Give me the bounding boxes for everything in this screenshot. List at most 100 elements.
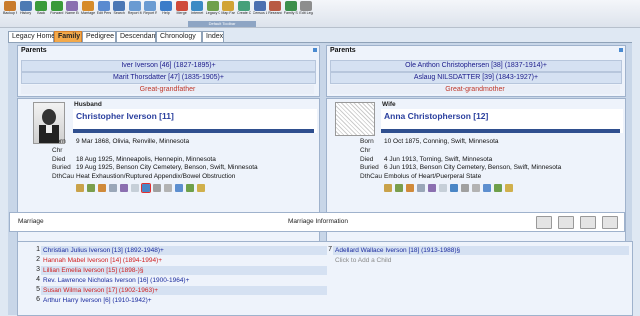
child-row[interactable]: 3 Lillian Emelia Iverson [15] (1898-)§ xyxy=(36,266,327,275)
toolbar-button[interactable]: Backup Family xyxy=(3,1,17,15)
child-name[interactable]: Lillian Emelia Iverson [15] (1898-)§ xyxy=(43,266,143,275)
wife-buried[interactable]: 6 Jun 1913, Benson City Cemetery, Benson… xyxy=(384,164,561,171)
person-tool-icon[interactable] xyxy=(197,184,205,192)
wife-mother-row[interactable]: Aslaug NILSDATTER [39] (1843-1927)+ xyxy=(330,72,622,84)
marriage-media-icon[interactable] xyxy=(580,216,597,229)
person-tool-icon[interactable] xyxy=(98,184,106,192)
toolbar-icon xyxy=(4,1,16,11)
toolbar-button-label: Merge xyxy=(176,11,187,15)
toolbar-button[interactable]: Search xyxy=(112,1,126,15)
toolbar-button[interactable]: Merge xyxy=(175,1,189,15)
add-parents-icon[interactable] xyxy=(619,48,623,52)
toolbar-button[interactable]: Map Family xyxy=(221,1,235,15)
child-row[interactable]: 5 Susan Wilma Iverson [17] (1902-1963)+ xyxy=(36,286,327,295)
husband-buried[interactable]: 19 Aug 1925, Benson City Cemetery, Benso… xyxy=(76,164,258,171)
person-tool-icon[interactable] xyxy=(153,184,161,192)
child-name[interactable]: Adellard Wallace Iverson [18] (1913-1988… xyxy=(335,246,460,255)
marriage-buttons xyxy=(536,216,618,231)
toolbar-button[interactable]: Edit Person xyxy=(97,1,111,15)
person-tool-icon[interactable] xyxy=(406,184,414,192)
child-number: 2 xyxy=(36,256,40,263)
child-row[interactable]: 2 Hannah Mabel Iverson [14] (1894-1994)+ xyxy=(36,256,327,265)
person-tool-icon[interactable] xyxy=(131,184,139,192)
child-row[interactable]: Click to Add a Child xyxy=(333,256,629,265)
marriage-info-title: Marriage Information xyxy=(288,218,348,225)
person-tool-icon[interactable] xyxy=(87,184,95,192)
person-tool-icon[interactable] xyxy=(483,184,491,192)
child-name[interactable]: Rev. Lawrence Nicholas Iverson [16] (190… xyxy=(43,276,189,285)
husband-name-underline xyxy=(73,129,314,133)
marriage-bar[interactable]: Marriage Marriage Information xyxy=(9,212,625,232)
add-parents-icon[interactable] xyxy=(313,48,317,52)
wife-died[interactable]: 4 Jun 1913, Torning, Swift, Minnesota xyxy=(384,156,492,163)
toolbar-button[interactable]: Help xyxy=(159,1,173,15)
buried-label: Buried xyxy=(52,164,71,171)
toolbar-button[interactable]: Internet xyxy=(190,1,204,15)
person-tool-icon[interactable] xyxy=(450,184,458,192)
person-tool-icon[interactable] xyxy=(141,183,151,193)
tab-family[interactable]: Family xyxy=(54,31,82,42)
person-tool-icon[interactable] xyxy=(109,184,117,192)
person-tool-icon[interactable] xyxy=(461,184,469,192)
husband-died[interactable]: 18 Aug 1925, Minneapolis, Hennepin, Minn… xyxy=(76,156,216,163)
person-tool-icon[interactable] xyxy=(494,184,502,192)
child-name[interactable]: Hannah Mabel Iverson [14] (1894-1994)+ xyxy=(43,256,162,265)
toolbar-button[interactable]: Name Edit xyxy=(65,1,79,15)
toolbar-button[interactable]: Census List xyxy=(253,1,267,15)
tab-descendant[interactable]: Descendant xyxy=(116,31,157,42)
toolbar-icon xyxy=(97,1,110,11)
wife-born[interactable]: 10 Oct 1875, Conning, Swift, Minnesota xyxy=(384,138,499,145)
person-tool-icon[interactable] xyxy=(428,184,436,192)
toolbar-button[interactable]: Marriage Edit xyxy=(81,1,95,15)
person-tool-icon[interactable] xyxy=(175,184,183,192)
child-name[interactable]: Susan Wilma Iverson [17] (1902-1963)+ xyxy=(43,286,158,295)
person-tool-icon[interactable] xyxy=(164,184,172,192)
person-tool-icon[interactable] xyxy=(384,184,392,192)
tab-legacy-home[interactable]: Legacy Home xyxy=(8,31,55,42)
husband-mother-row[interactable]: Marit Thorsdatter [47] (1835-1905)+ xyxy=(21,72,316,84)
child-number: 7 xyxy=(328,246,332,253)
toolbar-button[interactable]: Back xyxy=(34,1,48,15)
person-tool-icon[interactable] xyxy=(186,184,194,192)
child-row[interactable]: 6 Arthur Harry Iverson [6] (1910-1942)+ xyxy=(36,296,327,305)
husband-father-row[interactable]: Iver Iverson [46] (1827-1895)+ xyxy=(21,60,316,72)
toolbar-button-label: Backup Family xyxy=(3,11,17,15)
toolbar-button[interactable]: Family Search xyxy=(284,1,298,15)
person-tool-icon[interactable] xyxy=(76,184,84,192)
child-name[interactable]: Christian Julius Iverson [13] (1892-1948… xyxy=(43,246,164,255)
toolbar-button-label: Edit Person xyxy=(96,11,111,15)
husband-dthcau[interactable]: Heat Exhaustion/Ruptured Appendix/Bowel … xyxy=(76,173,235,180)
toolbar-button[interactable]: History xyxy=(19,1,33,15)
tab-pedigree[interactable]: Pedigree xyxy=(82,31,116,42)
died-label: Died xyxy=(360,156,374,163)
person-tool-icon[interactable] xyxy=(505,184,513,192)
tab-chronology[interactable]: Chronology xyxy=(156,31,202,42)
toolbar-icon xyxy=(19,1,32,11)
wife-father-row[interactable]: Ole Anthon Christophersen [38] (1837-191… xyxy=(330,60,622,72)
toolbar-button[interactable]: Create CG xyxy=(237,1,251,15)
marriage-events-icon[interactable] xyxy=(602,216,618,229)
person-tool-icon[interactable] xyxy=(472,184,480,192)
child-row[interactable]: 1 Christian Julius Iverson [13] (1892-194… xyxy=(36,246,327,255)
marriage-notes-icon[interactable] xyxy=(536,216,553,229)
marriage-sources-icon[interactable] xyxy=(558,216,575,229)
toolbar-button[interactable]: Edit Legacy xyxy=(299,1,313,15)
person-tool-icon[interactable] xyxy=(120,184,128,192)
person-tool-icon[interactable] xyxy=(439,184,447,192)
wife-photo[interactable] xyxy=(335,102,375,136)
child-name[interactable]: Click to Add a Child xyxy=(335,256,391,265)
child-name[interactable]: Arthur Harry Iverson [6] (1910-1942)+ xyxy=(43,296,152,305)
wife-dthcau[interactable]: Embolus of Heart/Puerperal State xyxy=(384,173,481,180)
child-number: 1 xyxy=(36,246,40,253)
person-tool-icon[interactable] xyxy=(395,184,403,192)
toolbar-button[interactable]: Research Guidance xyxy=(268,1,282,15)
child-row[interactable]: 4 Rev. Lawrence Nicholas Iverson [16] (19… xyxy=(36,276,327,285)
toolbar-button[interactable]: Forward xyxy=(50,1,64,15)
husband-born[interactable]: 9 Mar 1868, Olivia, Renville, Minnesota xyxy=(76,138,189,145)
tab-index[interactable]: Index xyxy=(202,31,224,42)
toolbar-button[interactable]: Legacy Charting xyxy=(206,1,220,15)
person-tool-icon[interactable] xyxy=(417,184,425,192)
toolbar-button[interactable]: Report Menu xyxy=(128,1,142,15)
toolbar-button[interactable]: Report Recent xyxy=(143,1,157,15)
child-row[interactable]: 7 Adellard Wallace Iverson [18] (1913-198… xyxy=(328,246,629,255)
